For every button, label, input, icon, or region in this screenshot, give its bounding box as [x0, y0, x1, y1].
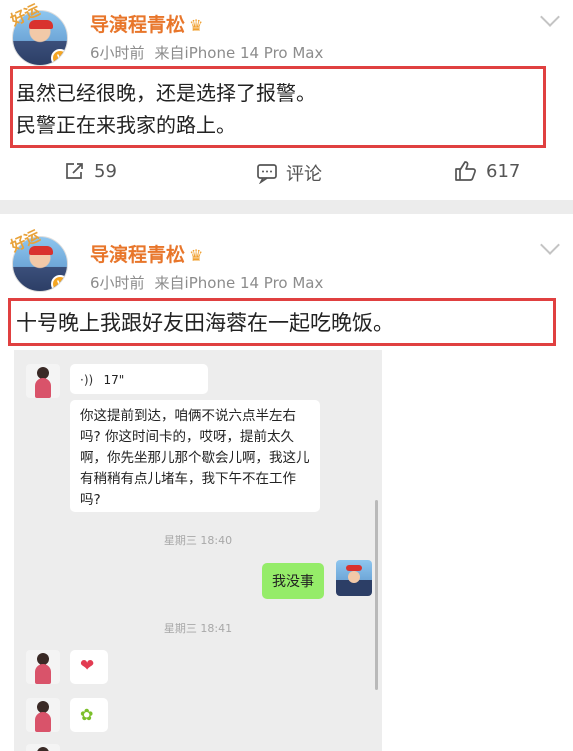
chat-timestamp: 星期三 18:40 — [163, 534, 233, 547]
my-avatar — [336, 560, 372, 596]
post-time: 6小时前 — [90, 274, 145, 292]
voice-icon: ·)) — [80, 373, 94, 387]
voice-message[interactable]: ·)) 17" — [70, 364, 208, 394]
verified-badge-icon: v — [51, 49, 67, 65]
post-text: 虽然已经很晚，还是选择了报警。 民警正在来我家的路上。 — [16, 78, 316, 140]
voice-duration: 17" — [103, 373, 125, 387]
thumbs-up-icon — [455, 161, 476, 181]
chevron-down-icon[interactable] — [540, 235, 560, 255]
repost-icon — [66, 163, 83, 179]
post-text: 十号晚上我跟好友田海蓉在一起吃晚饭。 — [16, 311, 394, 335]
friend-avatar — [26, 698, 60, 732]
crown-icon: ♛ — [189, 16, 204, 35]
post-source: 来自iPhone 14 Pro Max — [154, 274, 324, 292]
chat-screenshot[interactable]: ·)) 17" 你这提前到达，咱俩不说六点半左右吗? 你这时间卡的，哎呀，提前太… — [14, 350, 382, 751]
crown-icon: ♛ — [189, 246, 204, 265]
friend-avatar — [26, 364, 60, 398]
repost-button[interactable]: 59 — [64, 160, 117, 182]
post-line: 民警正在来我家的路上。 — [16, 113, 236, 137]
weibo-post-1: v 好运 导演程青松 ♛ 6小时前 来自iPhone 14 Pro Max 虽然已经… — [0, 0, 573, 200]
comment-button[interactable]: 评论 — [256, 160, 322, 186]
like-count: 617 — [486, 160, 521, 182]
post-meta: 6小时前 来自iPhone 14 Pro Max — [90, 272, 333, 293]
post-source: 来自iPhone 14 Pro Max — [154, 44, 324, 62]
heart-sticker[interactable]: ❤ — [70, 650, 108, 684]
my-message[interactable]: 我没事 — [262, 563, 324, 599]
chat-timestamp: 星期三 18:41 — [163, 622, 233, 635]
action-bar: 59 评论 617 — [0, 160, 573, 196]
scrollbar[interactable] — [375, 500, 378, 690]
friend-avatar — [26, 744, 60, 751]
post-line: 虽然已经很晚，还是选择了报警。 — [16, 81, 316, 105]
repost-count: 59 — [94, 160, 117, 182]
post-meta: 6小时前 来自iPhone 14 Pro Max — [90, 42, 333, 63]
friend-avatar — [26, 650, 60, 684]
verified-badge-icon: v — [51, 275, 67, 291]
author-name[interactable]: 导演程青松 ♛ — [90, 10, 203, 37]
post-time: 6小时前 — [90, 44, 145, 62]
comment-icon — [257, 164, 277, 184]
emoji-sticker[interactable]: ✿ — [70, 698, 108, 732]
chevron-down-icon[interactable] — [540, 7, 560, 27]
like-button[interactable]: 617 — [454, 160, 520, 182]
comment-label: 评论 — [286, 164, 322, 185]
voice-transcript: 你这提前到达，咱俩不说六点半左右吗? 你这时间卡的，哎呀，提前太久啊，你先坐那儿… — [70, 400, 320, 512]
author-name[interactable]: 导演程青松 ♛ — [90, 240, 203, 267]
